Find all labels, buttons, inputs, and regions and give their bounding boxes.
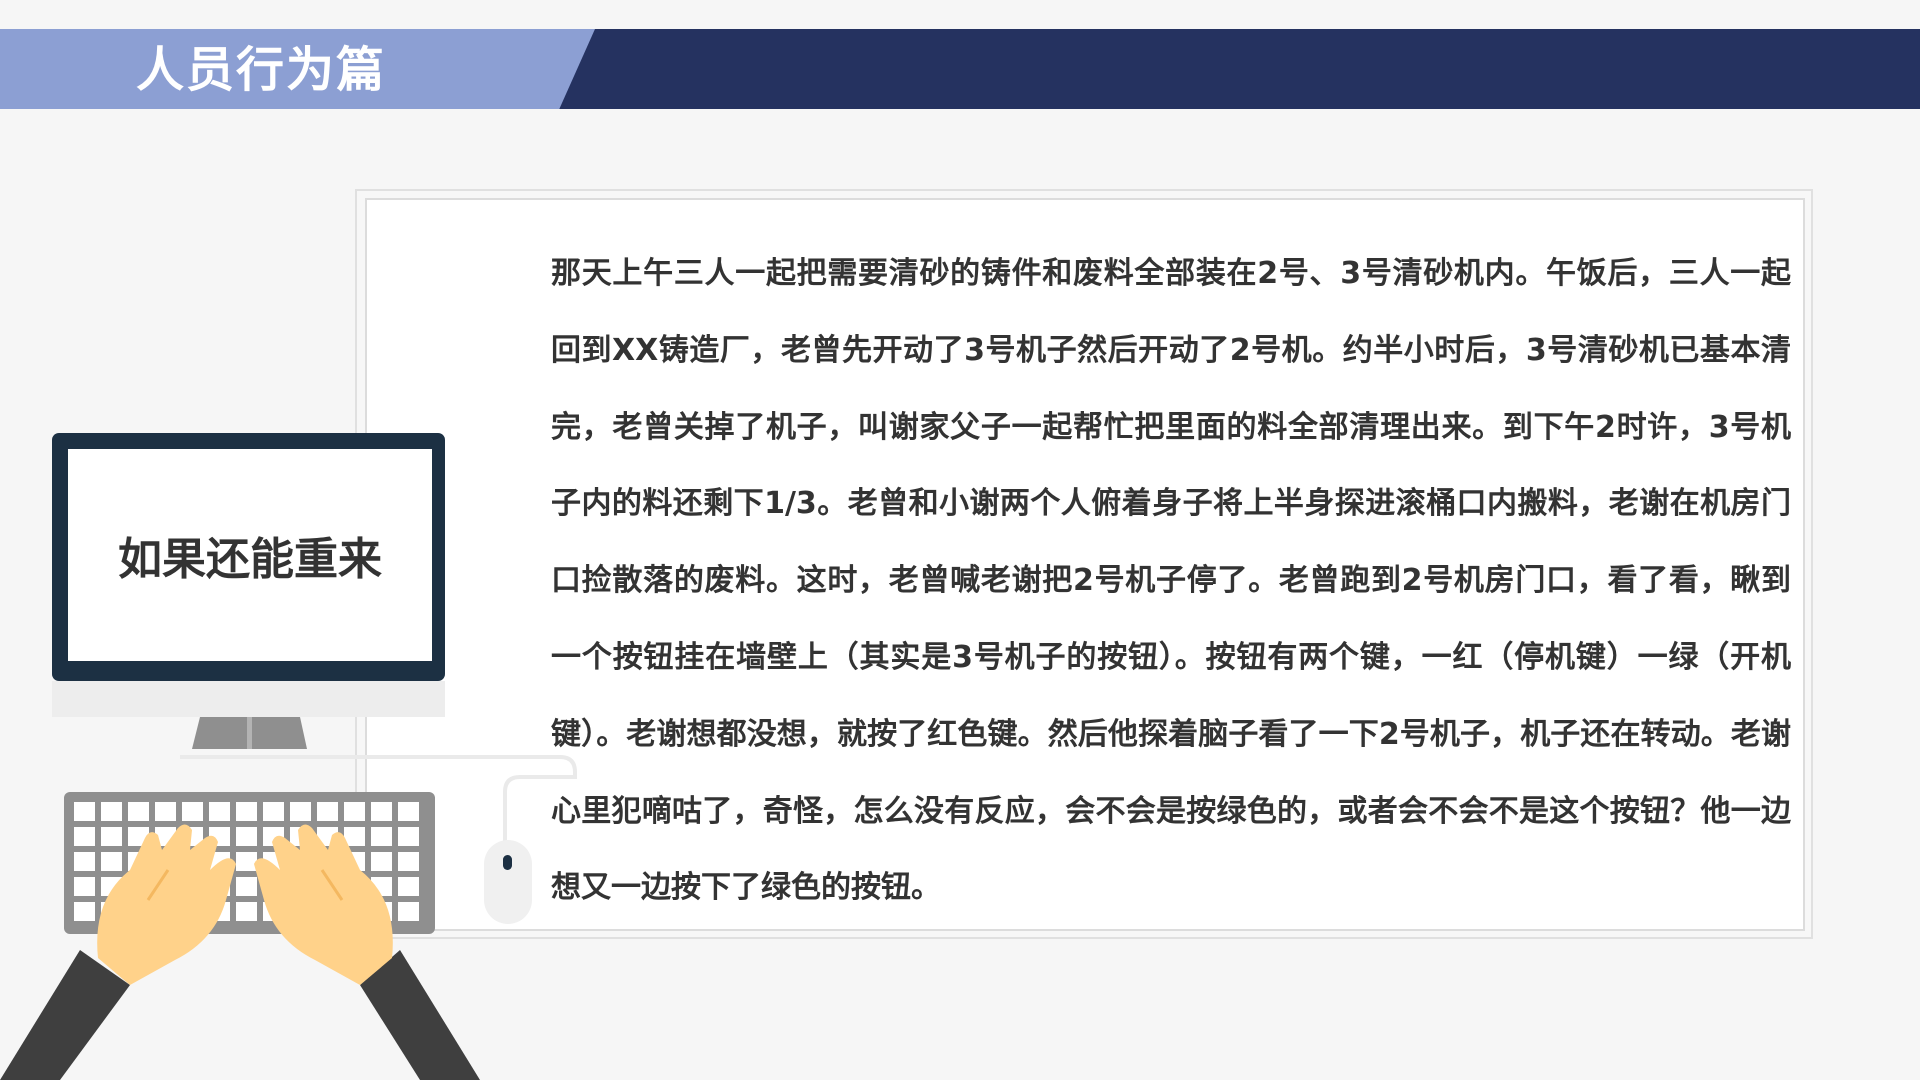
keyboard-key <box>128 802 149 821</box>
keyboard-key <box>101 827 122 846</box>
keyboard-key <box>371 827 392 846</box>
keyboard-key <box>236 852 257 871</box>
keyboard-key <box>101 852 122 871</box>
keyboard-key <box>74 852 95 871</box>
keyboard-key <box>236 827 257 846</box>
keyboard-key <box>155 802 176 821</box>
keyboard-key <box>236 802 257 821</box>
keyboard-key <box>74 902 95 921</box>
keyboard-key <box>317 802 338 821</box>
keyboard-key <box>371 852 392 871</box>
keyboard-key <box>398 802 419 821</box>
keyboard-key <box>398 902 419 921</box>
keyboard-key <box>398 852 419 871</box>
mouse-icon <box>484 840 532 924</box>
keyboard-key <box>182 802 203 821</box>
page-title: 人员行为篇 <box>136 42 387 98</box>
keyboard-key <box>290 802 311 821</box>
keyboard-key <box>344 802 365 821</box>
keyboard-key <box>371 802 392 821</box>
monitor-screen-text: 如果还能重来 <box>118 534 382 585</box>
keyboard-key <box>236 877 257 896</box>
keyboard-key <box>398 827 419 846</box>
keyboard-key <box>236 902 257 921</box>
keyboard-key <box>74 827 95 846</box>
keyboard-key <box>209 802 230 821</box>
story-text: 那天上午三人一起把需要清砂的铸件和废料全部装在2号、3号清砂机内。午饭后，三人一… <box>551 256 1791 906</box>
keyboard-key <box>398 877 419 896</box>
keyboard-key <box>74 802 95 821</box>
keyboard-key <box>101 802 122 821</box>
keyboard-key <box>263 802 284 821</box>
keyboard-key <box>74 877 95 896</box>
